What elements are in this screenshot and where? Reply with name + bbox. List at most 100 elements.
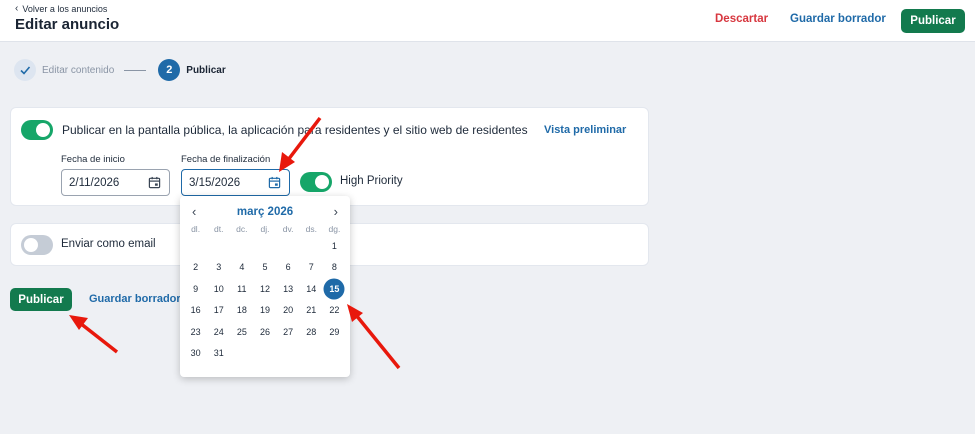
day-cell[interactable]: 1 [323, 236, 346, 257]
day-cell[interactable]: 9 [184, 279, 207, 300]
check-icon [20, 66, 31, 75]
day-number: 12 [259, 283, 270, 294]
step-1-label: Editar contenido [42, 64, 115, 76]
weekday-label: dv. [282, 224, 294, 234]
start-date-value: 2/11/2026 [69, 176, 120, 189]
day-number: 19 [259, 305, 270, 316]
save-draft-button[interactable]: Guardar borrador [790, 13, 886, 25]
top-bar: ‹ Volver a los anuncios Editar anuncio D… [0, 0, 975, 42]
publish-button-bottom[interactable]: Publicar [10, 288, 72, 311]
day-cell[interactable]: 25 [230, 322, 253, 343]
day-number: 3 [216, 262, 222, 273]
end-date-input[interactable]: 3/15/2026 [181, 169, 290, 196]
day-cell-selected[interactable]: 15 [323, 279, 346, 300]
day-number: 7 [308, 262, 314, 273]
start-date-input[interactable]: 2/11/2026 [61, 169, 170, 196]
day-cell[interactable]: 10 [207, 279, 230, 300]
stepper: Editar contenido 2 Publicar [14, 59, 226, 81]
day-cell[interactable]: 14 [300, 279, 323, 300]
day-cell[interactable]: 22 [323, 300, 346, 321]
day-cell[interactable]: 3 [207, 257, 230, 278]
back-link-label: Volver a los anuncios [22, 4, 108, 14]
day-cell[interactable]: 2 [184, 257, 207, 278]
weekday-label: dg. [328, 224, 341, 234]
day-cell[interactable]: 7 [300, 257, 323, 278]
publish-public-toggle[interactable] [21, 120, 53, 140]
day-cell[interactable]: 23 [184, 322, 207, 343]
step-2-current: 2 [158, 59, 181, 81]
day-cell[interactable]: 11 [230, 279, 253, 300]
day-cell[interactable]: 13 [277, 279, 300, 300]
end-date-value: 3/15/2026 [189, 176, 241, 189]
high-priority-label: High Priority [340, 175, 403, 187]
preview-link[interactable]: Vista preliminar [544, 124, 626, 136]
day-number: 14 [306, 283, 317, 294]
weekday-label: ds. [305, 224, 317, 234]
calendar-icon[interactable] [148, 176, 161, 189]
save-draft-button-bottom[interactable]: Guardar borrador [89, 293, 181, 305]
day-cell[interactable]: 18 [230, 300, 253, 321]
empty-cell [207, 236, 230, 257]
day-number: 2 [193, 262, 199, 273]
toggle-knob [36, 123, 50, 137]
day-cell[interactable]: 17 [207, 300, 230, 321]
datepicker-grid: dl. dt. dc. dj. dv. ds. dg. 1 2 3 4 5 6 7 8 9 10 11 12 13 14… [184, 222, 346, 364]
send-email-toggle[interactable] [21, 235, 53, 255]
day-cell[interactable]: 26 [253, 322, 276, 343]
day-number: 30 [190, 347, 201, 358]
day-cell[interactable]: 6 [277, 257, 300, 278]
day-cell[interactable]: 31 [207, 343, 230, 364]
day-number: 22 [329, 305, 340, 316]
step-2-label: Publicar [186, 64, 226, 76]
empty-cell [184, 236, 207, 257]
day-number: 9 [193, 283, 199, 294]
end-date-label: Fecha de finalización [181, 154, 271, 165]
day-cell[interactable]: 21 [300, 300, 323, 321]
empty-cell [253, 236, 276, 257]
day-cell[interactable]: 20 [277, 300, 300, 321]
day-cell[interactable]: 12 [253, 279, 276, 300]
weekday-label: dj. [260, 224, 270, 234]
calendar-icon[interactable] [268, 176, 281, 189]
day-cell[interactable]: 27 [277, 322, 300, 343]
day-cell[interactable]: 28 [300, 322, 323, 343]
day-cell[interactable]: 8 [323, 257, 346, 278]
day-number: 8 [331, 262, 337, 273]
day-number: 10 [213, 283, 224, 294]
datepicker-popup: ‹ març 2026 › dl. dt. dc. dj. dv. ds. dg. 1 2 3 4 5… [180, 196, 350, 377]
chevron-right-icon[interactable]: › [334, 204, 338, 220]
datepicker-month-label[interactable]: març 2026 [180, 204, 350, 220]
publish-settings-card: Publicar en la pantalla pública, la apli… [10, 107, 649, 206]
day-cell[interactable]: 30 [184, 343, 207, 364]
day-cell[interactable]: 16 [184, 300, 207, 321]
empty-cell [300, 236, 323, 257]
day-number: 26 [259, 326, 270, 337]
day-cell[interactable]: 4 [230, 257, 253, 278]
discard-button[interactable]: Descartar [715, 13, 768, 25]
page-title: Editar anuncio [15, 16, 120, 33]
day-number: 20 [283, 305, 294, 316]
step-1-done[interactable] [14, 59, 36, 81]
high-priority-toggle[interactable] [300, 172, 332, 192]
day-cell[interactable]: 19 [253, 300, 276, 321]
annotation-arrow [69, 315, 119, 354]
day-number: 18 [236, 305, 247, 316]
day-number: 25 [236, 326, 247, 337]
day-number: 21 [306, 305, 317, 316]
day-number: 24 [213, 326, 224, 337]
back-link[interactable]: ‹ Volver a los anuncios [15, 4, 108, 15]
day-number: 17 [213, 305, 224, 316]
day-cell[interactable]: 29 [323, 322, 346, 343]
day-number: 29 [329, 326, 340, 337]
publish-public-label: Publicar en la pantalla pública, la apli… [62, 123, 528, 137]
day-number: 6 [285, 262, 291, 273]
empty-cell [230, 236, 253, 257]
day-number: 11 [237, 283, 247, 294]
day-cell[interactable]: 5 [253, 257, 276, 278]
publish-button-top[interactable]: Publicar [901, 9, 965, 33]
send-email-label: Enviar como email [61, 238, 156, 250]
weekday-label: dl. [191, 224, 201, 234]
day-number: 5 [262, 262, 268, 273]
day-number: 16 [190, 305, 201, 316]
day-cell[interactable]: 24 [207, 322, 230, 343]
